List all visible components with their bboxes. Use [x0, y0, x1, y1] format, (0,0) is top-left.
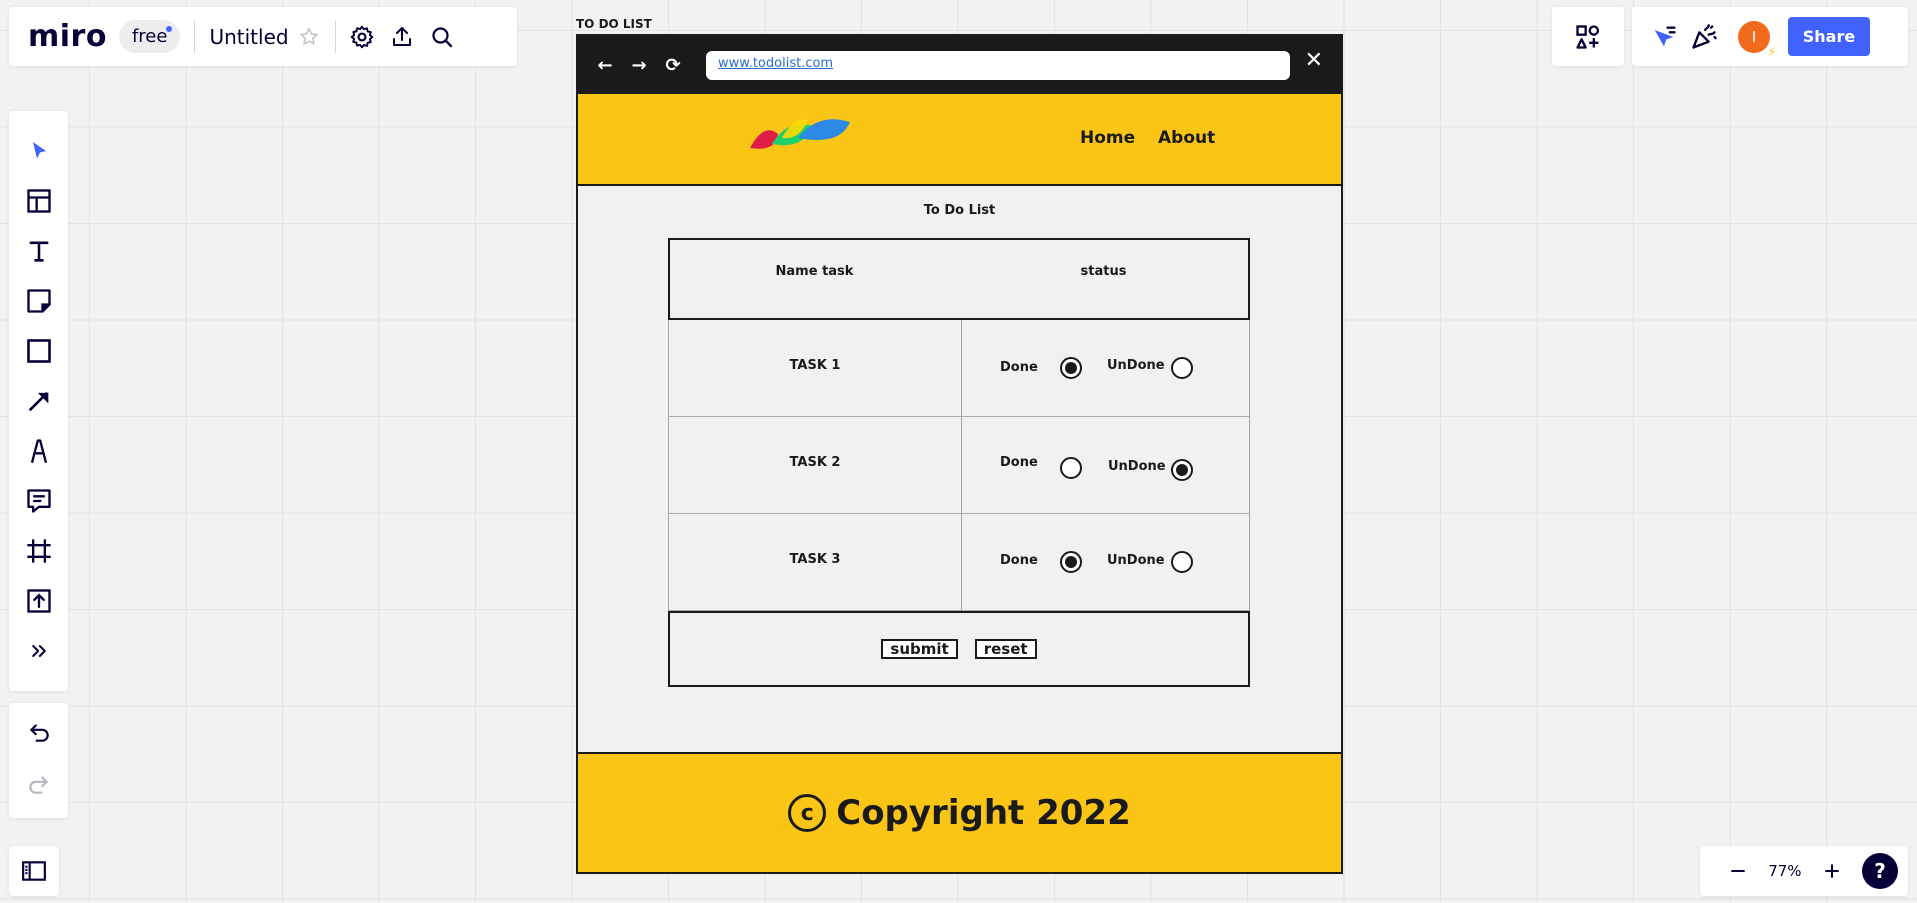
- plan-badge[interactable]: free: [118, 20, 181, 53]
- undone-label: UnDone: [1107, 358, 1165, 373]
- settings-gear-icon[interactable]: [342, 17, 382, 57]
- done-radio[interactable]: [1060, 357, 1082, 379]
- divider: [194, 20, 196, 53]
- templates-icon[interactable]: [19, 181, 59, 221]
- task-name: TASK 2: [669, 417, 962, 513]
- undo-icon[interactable]: [19, 713, 59, 751]
- reload-icon[interactable]: ⟳: [656, 55, 690, 76]
- browser-bar: ← → ⟳ www.todolist.com ✕: [578, 36, 1341, 94]
- plan-dot: [166, 26, 173, 32]
- done-label: Done: [1000, 553, 1038, 568]
- table-header: Name task status: [668, 238, 1250, 320]
- submit-button[interactable]: submit: [881, 639, 958, 659]
- reset-button[interactable]: reset: [974, 639, 1037, 659]
- zoom-level[interactable]: 77%: [1768, 862, 1801, 880]
- upload-icon[interactable]: [19, 581, 59, 621]
- star-icon[interactable]: [289, 17, 329, 57]
- select-cursor-icon[interactable]: [19, 131, 59, 171]
- undo-redo-panel: [9, 703, 68, 818]
- table-row: TASK 1 Done UnDone: [668, 320, 1250, 417]
- sidebar-panel-icon: [22, 861, 46, 881]
- left-toolbar: [9, 111, 68, 691]
- copyright-text: Copyright 2022: [836, 793, 1131, 833]
- back-arrow-icon[interactable]: ←: [588, 55, 622, 76]
- page-title: To Do List: [923, 203, 996, 218]
- more-tools-chevron-icon[interactable]: [19, 631, 59, 671]
- search-icon[interactable]: [422, 17, 462, 57]
- shape-square-icon[interactable]: [19, 331, 59, 371]
- copyright-icon: c: [788, 794, 827, 832]
- url-bar[interactable]: www.todolist.com: [706, 51, 1290, 80]
- forward-arrow-icon[interactable]: →: [622, 55, 656, 76]
- celebrate-icon[interactable]: [1684, 17, 1724, 57]
- zoom-in-icon[interactable]: [1812, 851, 1852, 891]
- status-cell: Done UnDone: [962, 514, 1249, 610]
- pen-icon[interactable]: [19, 431, 59, 471]
- top-left-bar: miro free Untitled: [9, 7, 517, 66]
- avatar-initial: I: [1751, 27, 1757, 46]
- copyright-notice: c Copyright 2022: [788, 793, 1131, 833]
- table-row: TASK 2 Done UnDone: [668, 417, 1250, 514]
- nav-about-link[interactable]: About: [1158, 128, 1215, 148]
- help-button[interactable]: ?: [1862, 853, 1898, 889]
- zoom-out-icon[interactable]: [1718, 851, 1758, 891]
- comment-icon[interactable]: [19, 481, 59, 521]
- apps-panel: [1552, 7, 1624, 66]
- close-icon[interactable]: ✕: [1305, 48, 1323, 73]
- done-radio[interactable]: [1060, 551, 1082, 573]
- zoom-controls: 77% ?: [1700, 846, 1908, 896]
- frame-icon[interactable]: [19, 531, 59, 571]
- collab-panel: I ⚡ Share: [1632, 7, 1908, 66]
- url-text[interactable]: www.todolist.com: [718, 56, 833, 71]
- lightning-icon: ⚡: [1767, 44, 1776, 59]
- undone-label: UnDone: [1107, 553, 1165, 568]
- status-cell: Done UnDone: [962, 320, 1249, 416]
- export-upload-icon[interactable]: [382, 17, 422, 57]
- sticky-note-icon[interactable]: [19, 281, 59, 321]
- share-button[interactable]: Share: [1788, 17, 1870, 56]
- done-radio[interactable]: [1060, 457, 1082, 479]
- site-footer: c Copyright 2022: [578, 752, 1341, 872]
- status-cell: Done UnDone: [962, 417, 1249, 513]
- task-name: TASK 1: [669, 320, 962, 416]
- frame-label[interactable]: TO DO LIST: [576, 17, 652, 31]
- divider: [334, 20, 336, 53]
- arrow-line-icon[interactable]: [19, 381, 59, 421]
- text-icon[interactable]: [19, 231, 59, 271]
- column-header-name: Name task: [775, 264, 854, 279]
- form-actions: submit reset: [668, 611, 1250, 687]
- task-name: TASK 3: [669, 514, 962, 610]
- undone-radio[interactable]: [1171, 459, 1193, 481]
- undone-radio[interactable]: [1171, 357, 1193, 379]
- todo-table: Name task status TASK 1 Done UnDone TASK…: [668, 238, 1250, 687]
- plan-label: free: [131, 26, 168, 47]
- table-row: TASK 3 Done UnDone: [668, 514, 1250, 611]
- miro-logo[interactable]: miro: [28, 19, 107, 54]
- wireframe-frame[interactable]: ← → ⟳ www.todolist.com ✕ Home About To D…: [576, 34, 1343, 874]
- cursor-follow-icon[interactable]: [1644, 17, 1684, 57]
- apps-icon[interactable]: [1568, 17, 1608, 57]
- done-label: Done: [1000, 455, 1038, 470]
- site-header: Home About: [578, 94, 1341, 186]
- redo-icon[interactable]: [19, 766, 59, 804]
- column-header-status: status: [1080, 264, 1127, 279]
- undone-label: UnDone: [1108, 459, 1166, 474]
- user-avatar[interactable]: I ⚡: [1738, 20, 1776, 59]
- site-logo-icon: [750, 119, 850, 149]
- done-label: Done: [1000, 360, 1038, 375]
- board-title[interactable]: Untitled: [209, 25, 288, 49]
- boards-panel-toggle[interactable]: [9, 846, 59, 896]
- nav-home-link[interactable]: Home: [1080, 128, 1135, 148]
- undone-radio[interactable]: [1171, 551, 1193, 573]
